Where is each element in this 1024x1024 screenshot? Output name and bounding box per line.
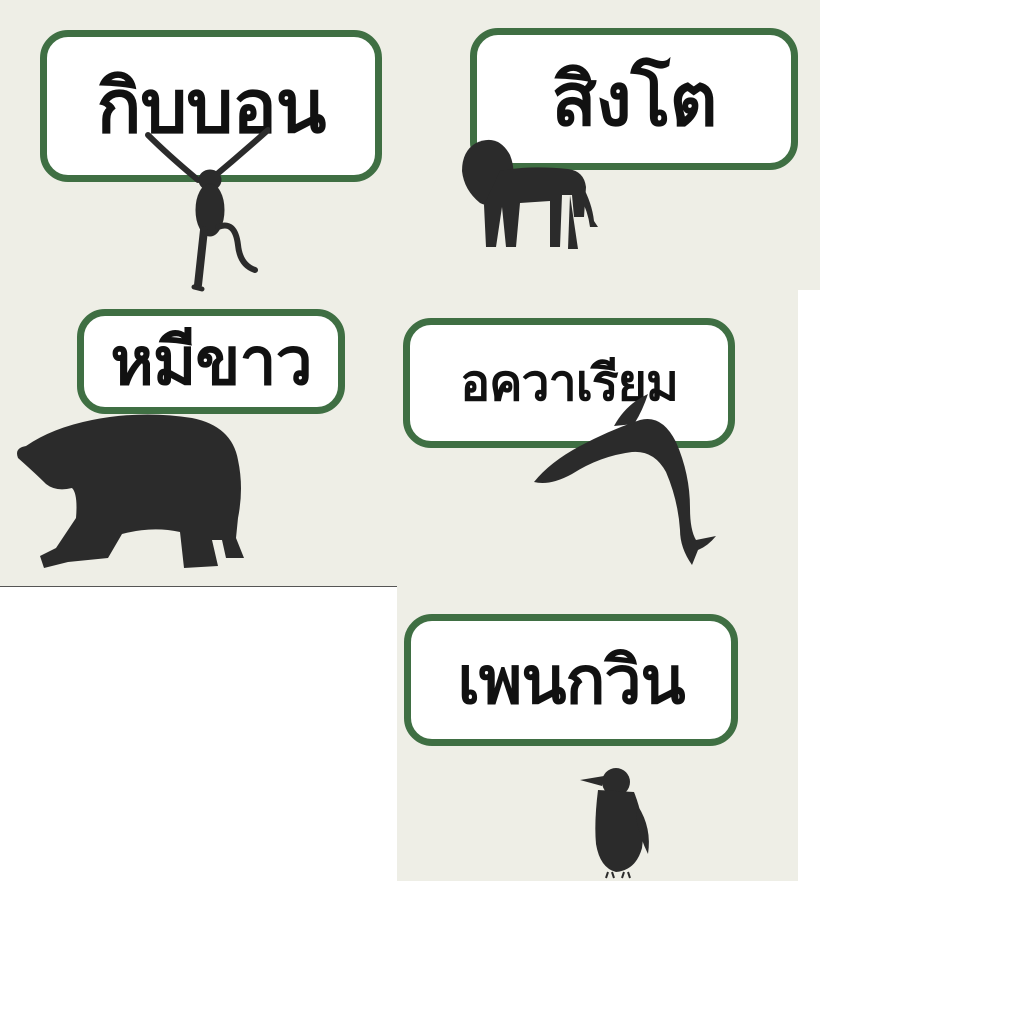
gibbon-icon	[145, 127, 270, 292]
sign-polar-bear-label: หมีขาว	[110, 323, 312, 400]
lion-icon	[462, 139, 598, 249]
sign-polar-bear: หมีขาว	[77, 309, 345, 414]
panel-divider	[0, 586, 397, 587]
dolphin-icon	[534, 394, 716, 565]
penguin-icon	[580, 768, 649, 879]
sign-penguin: เพนกวิน	[404, 614, 738, 746]
sign-penguin-label: เพนกวิน	[457, 641, 685, 719]
polar-bear-icon	[17, 414, 244, 568]
